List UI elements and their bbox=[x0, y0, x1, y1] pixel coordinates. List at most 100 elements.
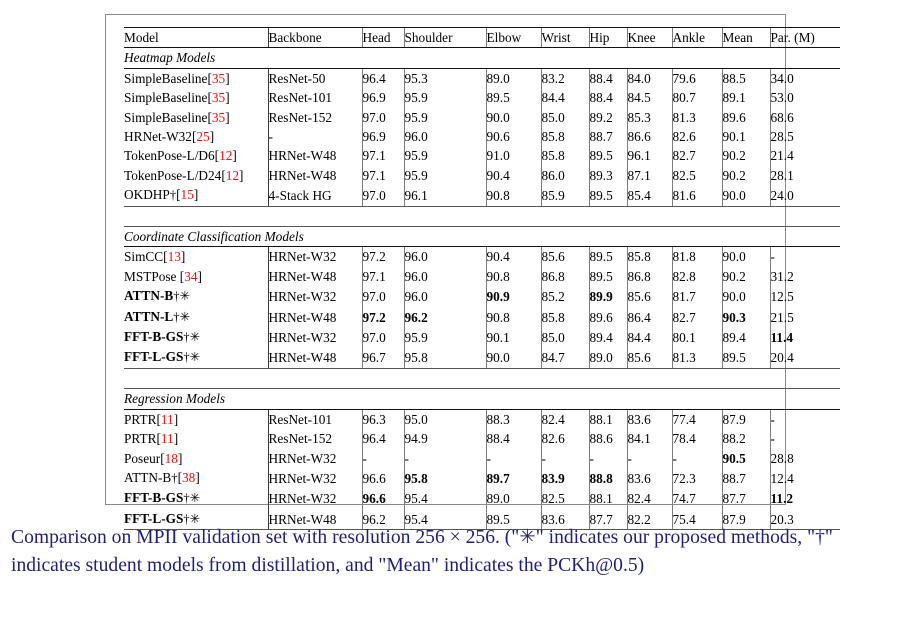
backbone-cell: HRNet-W48 bbox=[267, 165, 362, 186]
metric-cell: 96.7 bbox=[361, 347, 404, 369]
metric-cell: 96.9 bbox=[361, 127, 404, 147]
metric-cell: 85.8 bbox=[540, 146, 589, 166]
backbone-cell: HRNet-W48 bbox=[267, 146, 362, 166]
metric-cell: 97.0 bbox=[361, 107, 404, 128]
metric-cell: 88.7 bbox=[588, 127, 627, 147]
metric-cell: 90.2 bbox=[721, 165, 770, 186]
citation-ref[interactable]: 35 bbox=[212, 90, 225, 105]
table-row: PRTR[11] ResNet-101 96.3 95.0 88.3 82.4 88.1 83… bbox=[124, 409, 840, 430]
metric-cell: 95.0 bbox=[403, 409, 486, 430]
spacer bbox=[124, 368, 840, 388]
citation-ref[interactable]: 25 bbox=[196, 129, 209, 144]
metric-cell: 90.1 bbox=[721, 127, 770, 147]
star-symbol: ✳ bbox=[189, 330, 201, 345]
backbone-cell: ResNet-101 bbox=[267, 88, 362, 108]
metric-cell: 89.4 bbox=[721, 327, 770, 348]
metric-cell: 97.2 bbox=[361, 306, 404, 328]
metric-cell: 89.7 bbox=[485, 467, 541, 489]
metric-cell: 85.6 bbox=[626, 347, 672, 369]
backbone-cell: HRNet-W32 bbox=[267, 488, 362, 509]
metric-value: 11.2 bbox=[770, 491, 794, 507]
model-name-cell: SimCC[13] bbox=[124, 249, 186, 265]
backbone-cell: HRNet-W32 bbox=[267, 448, 362, 468]
citation-ref[interactable]: 35 bbox=[212, 110, 225, 125]
table-row: SimCC[13] HRNet-W32 97.2 96.0 90.4 85.6 89.5 85… bbox=[124, 246, 840, 267]
metric-cell: 95.9 bbox=[403, 327, 486, 348]
metric-cell: 88.8 bbox=[588, 467, 627, 489]
metric-cell: 90.4 bbox=[485, 246, 541, 267]
column-header-knee: Knee bbox=[626, 26, 672, 49]
model-name-cell: FFT-L-GS†✳ bbox=[124, 347, 268, 369]
metric-cell: - bbox=[540, 448, 589, 468]
metric-cell: 89.1 bbox=[721, 88, 770, 108]
table-row: FFT-B-GS†✳ HRNet-W32 96.6 95.4 89.0 82.5 88.1 8… bbox=[124, 488, 840, 509]
table-row: ATTN-B†[38] HRNet-W32 96.6 95.8 89.7 83.9 88.8… bbox=[124, 467, 840, 489]
metric-cell: 96.1 bbox=[626, 146, 672, 166]
metric-cell: 90.6 bbox=[485, 127, 541, 147]
backbone-cell: 4-Stack HG bbox=[267, 185, 362, 207]
metric-cell: 97.1 bbox=[361, 165, 404, 186]
metric-cell: 85.4 bbox=[626, 185, 672, 207]
metric-cell: 95.3 bbox=[403, 68, 486, 89]
metric-cell: - bbox=[769, 246, 840, 267]
citation-ref[interactable]: 12 bbox=[219, 148, 232, 163]
table-body: Model Backbone Head Shoulder Elbow Wrist Hip Kn… bbox=[124, 26, 840, 531]
metric-cell: 97.2 bbox=[361, 246, 404, 267]
metric-cell: 87.1 bbox=[626, 165, 672, 186]
metric-cell: 96.3 bbox=[361, 409, 404, 430]
model-name-cell: SimpleBaseline[35] bbox=[124, 90, 230, 106]
metric-cell: 81.3 bbox=[671, 107, 722, 128]
metric-value: 95.8 bbox=[404, 470, 428, 486]
citation-ref[interactable]: 11 bbox=[161, 412, 174, 427]
citation-ref[interactable]: 38 bbox=[182, 470, 195, 485]
model-name: TokenPose-L/D24 bbox=[124, 167, 222, 183]
citation-ref[interactable]: 34 bbox=[184, 269, 197, 284]
metric-cell: 77.4 bbox=[671, 409, 722, 430]
citation-ref[interactable]: 35 bbox=[212, 71, 225, 86]
model-name-cell: Poseur[18] bbox=[124, 450, 183, 466]
metric-cell: 84.4 bbox=[540, 88, 589, 108]
model-name-cell: ATTN-B†[38] bbox=[124, 469, 200, 485]
metric-cell: 88.1 bbox=[588, 409, 627, 430]
metric-cell: 90.8 bbox=[485, 185, 541, 207]
citation-ref[interactable]: 15 bbox=[181, 187, 194, 202]
table-row: TokenPose-L/D6[12] HRNet-W48 97.1 95.9 91.0 8… bbox=[124, 146, 840, 166]
metric-cell: 88.7 bbox=[721, 467, 770, 489]
model-name: ATTN-L bbox=[124, 308, 174, 324]
citation-ref[interactable]: 12 bbox=[226, 168, 239, 183]
citation-ref[interactable]: 18 bbox=[165, 451, 178, 466]
metric-cell: 89.9 bbox=[588, 286, 627, 307]
table-row: HRNet-W32[25] -96.9 96.0 90.6 85.8 88.7 86.6 82… bbox=[124, 127, 840, 147]
metric-cell: 86.8 bbox=[540, 266, 589, 287]
metric-cell: 68.6 bbox=[769, 107, 840, 128]
metric-value: 90.5 bbox=[722, 450, 746, 466]
section-title: Coordinate Classification Models bbox=[124, 226, 840, 248]
metric-cell: 86.8 bbox=[626, 266, 672, 287]
metric-cell: 83.9 bbox=[540, 467, 589, 489]
column-header-backbone: Backbone bbox=[267, 26, 362, 49]
metric-cell: 82.7 bbox=[671, 146, 722, 166]
metric-cell: 95.9 bbox=[403, 107, 486, 128]
model-name-cell: TokenPose-L/D24[12] bbox=[124, 167, 244, 183]
citation-ref[interactable]: 11 bbox=[161, 431, 174, 446]
figure-caption: Comparison on MPII validation set with r… bbox=[11, 527, 833, 576]
table-row: FFT-B-GS†✳ HRNet-W32 97.0 95.9 90.1 85.0 89.4 8… bbox=[124, 327, 840, 348]
metric-cell: 88.4 bbox=[588, 88, 627, 108]
metric-cell: 82.5 bbox=[671, 165, 722, 186]
metric-value: 96.6 bbox=[362, 491, 386, 507]
metric-cell: 90.0 bbox=[485, 107, 541, 128]
metric-cell: - bbox=[769, 429, 840, 449]
metric-cell: 96.0 bbox=[403, 127, 486, 147]
metric-cell: 82.7 bbox=[671, 306, 722, 328]
star-symbol: ✳ bbox=[189, 350, 201, 365]
metric-cell: 87.9 bbox=[721, 409, 770, 430]
metric-cell: 90.0 bbox=[485, 347, 541, 369]
metric-cell: 80.1 bbox=[671, 327, 722, 348]
metric-cell: 89.0 bbox=[588, 347, 627, 369]
citation-ref[interactable]: 13 bbox=[168, 249, 181, 264]
table-row: MSTPose [34] HRNet-W48 97.1 96.0 90.8 86.8 89.… bbox=[124, 266, 840, 287]
metric-cell: 95.8 bbox=[403, 467, 486, 489]
dagger-symbol: † bbox=[169, 188, 177, 203]
metric-cell: 12.5 bbox=[769, 286, 840, 307]
table-row: SimpleBaseline[35] ResNet-152 97.0 95.9 90.0… bbox=[124, 107, 840, 128]
